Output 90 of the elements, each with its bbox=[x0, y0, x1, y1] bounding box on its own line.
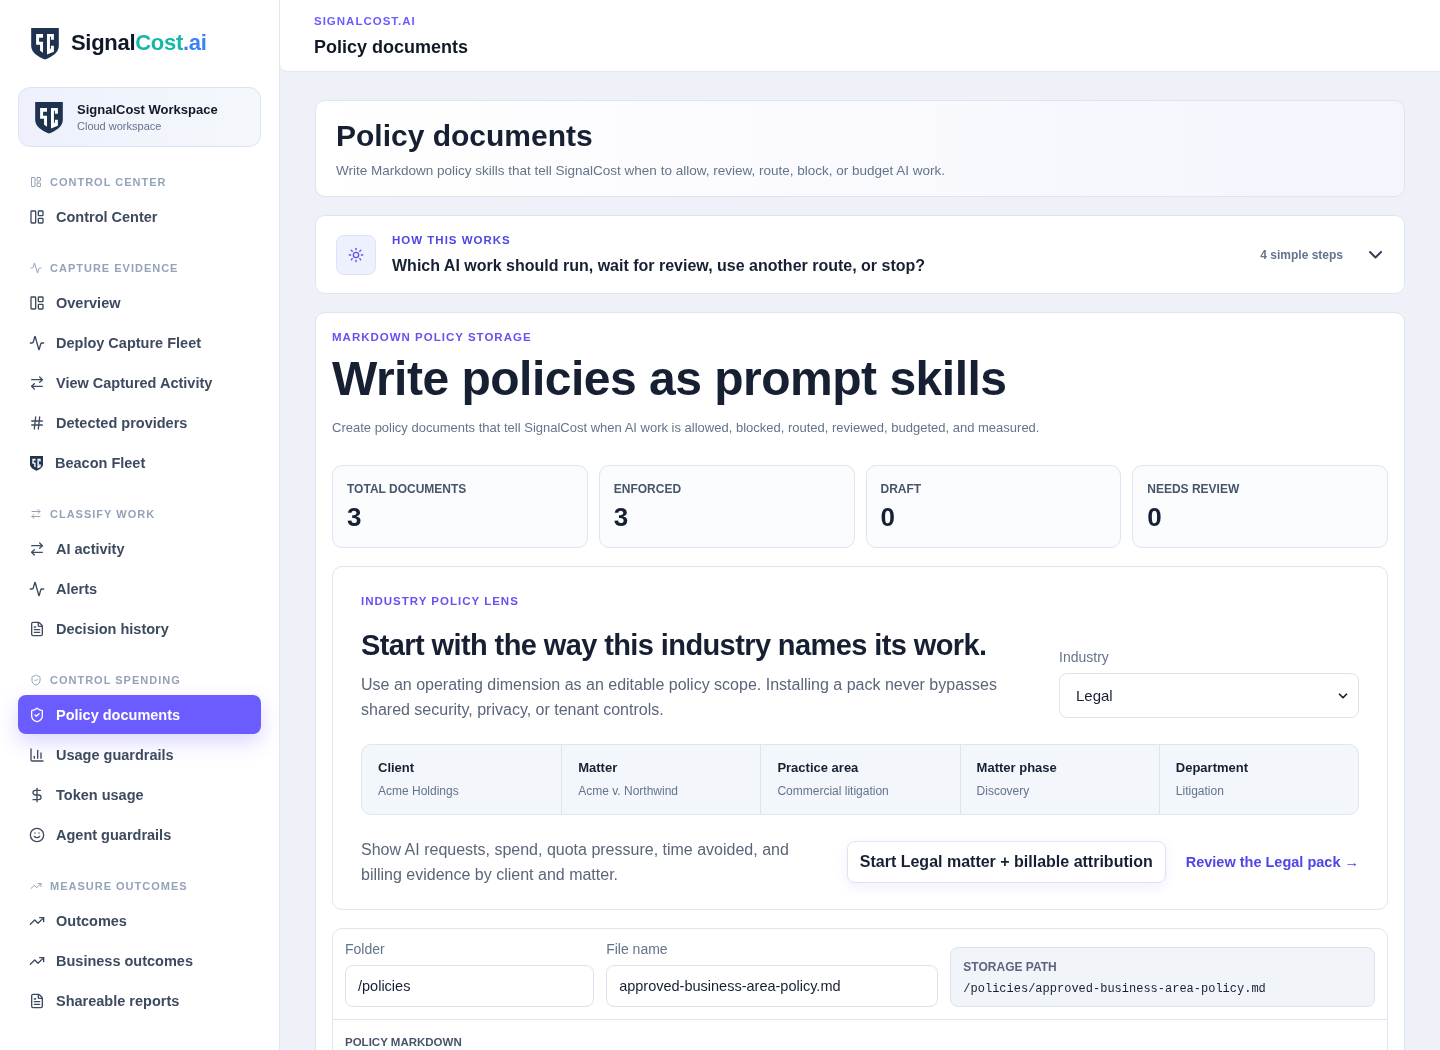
hash-icon bbox=[29, 414, 45, 431]
hero-subtitle: Write Markdown policy skills that tell SignalCost when to allow, review, route, block, or budget AI work. bbox=[336, 163, 947, 178]
expand-button[interactable] bbox=[1367, 248, 1384, 261]
section-eyebrow: INDUSTRY POLICY LENS bbox=[361, 595, 520, 607]
workspace-logo-icon bbox=[33, 99, 65, 135]
shield-check-icon bbox=[29, 706, 45, 723]
stat-value: 3 bbox=[613, 502, 630, 533]
hero-title: Policy documents bbox=[336, 119, 594, 153]
sidebar-item[interactable]: Agent guardrails bbox=[18, 815, 261, 855]
sidebar-item[interactable]: Overview bbox=[18, 283, 261, 323]
folder-field[interactable]: /policies bbox=[345, 965, 595, 1007]
field-label: File name bbox=[606, 941, 669, 957]
path-label: STORAGE PATH bbox=[963, 960, 1058, 974]
sun-icon bbox=[336, 234, 376, 275]
section-eyebrow: MARKDOWN POLICY STORAGE bbox=[332, 331, 533, 343]
sidebar-item[interactable]: Detected providers bbox=[18, 403, 261, 443]
shield-logo-icon bbox=[29, 454, 44, 471]
sidebar-item[interactable]: Shareable reports bbox=[18, 981, 261, 1021]
section-label: POLICY MARKDOWN bbox=[345, 1036, 462, 1048]
stat-value: 0 bbox=[1147, 502, 1163, 533]
dimension-name: Matter phase bbox=[976, 760, 1058, 775]
dollar-icon bbox=[29, 786, 45, 803]
dimension-example: Acme v. Northwind bbox=[578, 784, 679, 798]
panel-icon bbox=[29, 294, 45, 311]
sidebar-item[interactable]: Alerts bbox=[18, 569, 261, 609]
storage-subtitle: Create policy documents that tell SignalCost when AI work is allowed, blocked, routed, reviewed, budgeted, and measured. bbox=[332, 420, 1041, 435]
lens-title: Start with the way this industry names its work. bbox=[361, 629, 988, 662]
workspace-subtitle: Cloud workspace bbox=[77, 119, 163, 132]
sidebar-item[interactable]: Control Center bbox=[18, 197, 261, 237]
steps-count: 4 simple steps bbox=[1260, 247, 1343, 262]
panel-icon bbox=[29, 208, 45, 225]
path-value: /policies/approved-business-area-policy.md bbox=[963, 982, 1267, 996]
panel-icon bbox=[30, 176, 42, 189]
breadcrumb: SIGNALCOST.AI bbox=[314, 15, 417, 27]
industry-select[interactable]: Legal bbox=[1059, 673, 1359, 718]
logo-icon bbox=[29, 26, 61, 61]
sidebar-item[interactable]: Beacon Fleet bbox=[18, 443, 261, 483]
section-eyebrow: HOW THIS WORKS bbox=[392, 234, 512, 246]
storage-title: Write policies as prompt skills bbox=[332, 351, 1008, 406]
arrows-icon bbox=[29, 374, 45, 391]
start-button[interactable]: Start Legal matter + billable attribution bbox=[846, 841, 1166, 883]
dimension-name: Department bbox=[1175, 760, 1250, 775]
sidebar-item[interactable]: Token usage bbox=[18, 775, 261, 815]
stat-label: ENFORCED bbox=[613, 482, 683, 496]
workspace-name: SignalCost Workspace bbox=[77, 101, 218, 117]
dimension-name: Matter bbox=[578, 760, 619, 775]
pulse-icon bbox=[29, 334, 45, 351]
brand-name: SignalCost.ai bbox=[71, 30, 207, 57]
lens-description: Use an operating dimension as an editable policy scope. Installing a pack never bypasses shared security, privacy, or tenant controls. bbox=[361, 675, 998, 720]
sidebar-item[interactable]: Policy documents bbox=[18, 695, 261, 735]
page-title: Policy documents bbox=[314, 37, 470, 58]
sidebar-item[interactable]: Decision history bbox=[18, 609, 261, 649]
pulse-icon bbox=[30, 262, 42, 275]
shield-check-icon bbox=[30, 674, 42, 687]
field-label: Folder bbox=[345, 941, 386, 957]
lens-footer-text: Show AI requests, spend, quota pressure, time avoided, and billing evidence by client and matter. bbox=[361, 840, 790, 885]
bar-chart-icon bbox=[29, 746, 45, 763]
document-icon bbox=[29, 620, 45, 637]
stat-label: NEEDS REVIEW bbox=[1147, 482, 1241, 496]
section-heading: CLASSIFY WORK bbox=[50, 508, 156, 521]
section-heading: CONTROL SPENDING bbox=[50, 674, 181, 687]
chevron-icon bbox=[1369, 250, 1382, 259]
stat-value: 3 bbox=[347, 502, 363, 533]
sidebar-item[interactable]: Business outcomes bbox=[18, 941, 261, 981]
how-it-works-question: Which AI work should run, wait for review, use another route, or stop? bbox=[392, 257, 927, 275]
dimension-example: Acme Holdings bbox=[378, 784, 460, 798]
field-label: Industry bbox=[1059, 649, 1110, 665]
stat-label: DRAFT bbox=[880, 482, 923, 496]
dimension-example: Discovery bbox=[976, 784, 1031, 798]
review-link[interactable]: Review the Legal pack → bbox=[1185, 854, 1359, 870]
stat-value: 0 bbox=[880, 502, 896, 533]
file-name-field[interactable]: approved-business-area-policy.md bbox=[606, 965, 939, 1007]
sidebar-item[interactable]: AI activity bbox=[18, 529, 261, 569]
section-heading: CAPTURE EVIDENCE bbox=[50, 262, 179, 275]
section-heading: MEASURE OUTCOMES bbox=[50, 880, 188, 893]
sidebar-item[interactable]: Outcomes bbox=[18, 901, 261, 941]
sidebar-item[interactable]: Deploy Capture Fleet bbox=[18, 323, 261, 363]
arrows-icon bbox=[29, 540, 45, 557]
dimension-example: Litigation bbox=[1175, 784, 1225, 798]
stat-label: TOTAL DOCUMENTS bbox=[347, 482, 468, 496]
workspace-switcher[interactable]: SignalCost Workspace Cloud workspace bbox=[18, 86, 261, 148]
document-icon bbox=[29, 992, 45, 1009]
section-heading: CONTROL CENTER bbox=[50, 176, 167, 189]
pulse-icon bbox=[29, 580, 45, 597]
dimension-name: Client bbox=[378, 760, 416, 775]
dimension-example: Commercial litigation bbox=[777, 784, 890, 798]
dimension-name: Practice area bbox=[777, 760, 860, 775]
sidebar-item[interactable]: View Captured Activity bbox=[18, 363, 261, 403]
sidebar-item[interactable]: Usage guardrails bbox=[18, 735, 261, 775]
arrows-icon bbox=[30, 508, 42, 521]
